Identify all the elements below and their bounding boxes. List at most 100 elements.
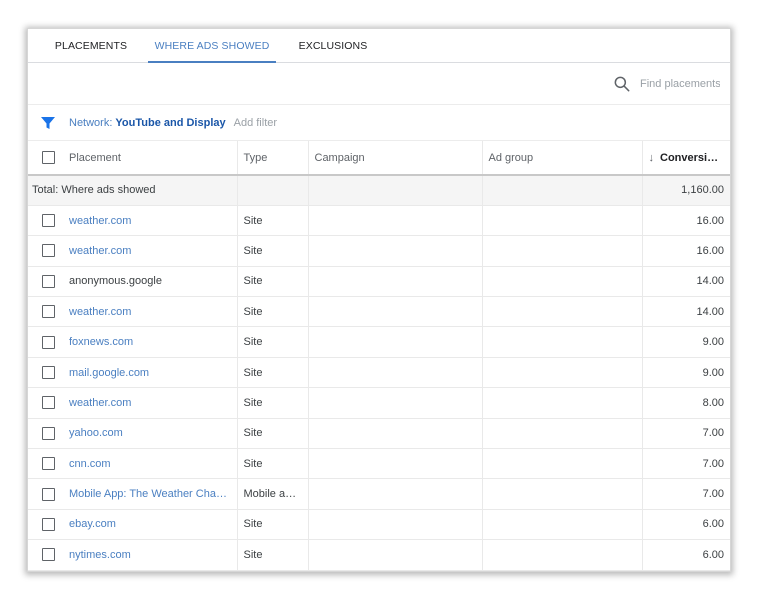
- row-checkbox[interactable]: [42, 214, 55, 228]
- campaign-cell: [308, 326, 483, 358]
- column-header-type[interactable]: Type: [237, 141, 309, 176]
- search-icon[interactable]: [612, 74, 632, 94]
- total-campaign-cell: [308, 175, 483, 206]
- campaign-cell: [308, 478, 483, 510]
- row-checkbox[interactable]: [42, 426, 55, 440]
- placement-cell: weather.com: [28, 387, 238, 419]
- ad-group-cell: [482, 235, 643, 267]
- placement-name[interactable]: mail.google.com: [69, 367, 149, 379]
- placement-cell: ebay.com: [28, 509, 238, 541]
- type-cell: Site: [237, 418, 309, 450]
- type-cell: Site: [237, 539, 309, 571]
- filter-value[interactable]: YouTube and Display: [115, 117, 225, 129]
- total-label: Total: Where ads showed: [28, 175, 238, 206]
- placements-table: Placement Type Campaign Ad group ↓ Conver…: [28, 141, 730, 571]
- conversions-cell: 6.00: [642, 539, 730, 571]
- conversions-cell: 6.00: [642, 509, 730, 541]
- type-cell: Site: [237, 205, 309, 237]
- type-cell: Site: [237, 448, 309, 480]
- ad-group-cell: [482, 205, 643, 237]
- ad-group-cell: [482, 296, 643, 328]
- placement-cell: Mobile App: The Weather Channel App ...: [28, 478, 238, 510]
- row-checkbox[interactable]: [42, 457, 55, 471]
- conversions-cell: 7.00: [642, 418, 730, 450]
- column-header-ad-group[interactable]: Ad group: [482, 141, 643, 176]
- placement-name[interactable]: weather.com: [69, 397, 131, 409]
- campaign-cell: [308, 539, 483, 571]
- campaign-cell: [308, 448, 483, 480]
- row-checkbox[interactable]: [42, 396, 55, 410]
- placement-name[interactable]: weather.com: [69, 245, 131, 257]
- table-row: ebay.com Site 6.00: [28, 509, 730, 541]
- type-cell: Site: [237, 235, 309, 267]
- conversions-cell: 9.00: [642, 357, 730, 389]
- table-row: mail.google.com Site 9.00: [28, 357, 730, 389]
- column-header-conversions[interactable]: ↓ Conversions: [642, 141, 730, 176]
- placement-cell: mail.google.com: [28, 357, 238, 389]
- ad-group-cell: [482, 509, 643, 541]
- row-checkbox[interactable]: [42, 487, 55, 501]
- search-input[interactable]: [640, 72, 720, 95]
- conversions-cell: 7.00: [642, 478, 730, 510]
- ad-group-cell: [482, 326, 643, 358]
- conversions-cell: 9.00: [642, 326, 730, 358]
- tab-where-ads-showed[interactable]: WHERE ADS SHOWED: [148, 29, 276, 63]
- filter-icon[interactable]: [41, 116, 55, 130]
- row-checkbox[interactable]: [42, 335, 55, 349]
- placement-name[interactable]: ebay.com: [69, 518, 116, 530]
- conversions-cell: 14.00: [642, 266, 730, 298]
- table-row: weather.com Site 8.00: [28, 387, 730, 419]
- row-checkbox[interactable]: [42, 274, 55, 288]
- placement-cell: weather.com: [28, 205, 238, 237]
- placement-name[interactable]: cnn.com: [69, 458, 111, 470]
- table-row: nytimes.com Site 6.00: [28, 539, 730, 571]
- ad-group-cell: [482, 266, 643, 298]
- type-cell: Mobile appli...: [237, 478, 309, 510]
- placement-name[interactable]: weather.com: [69, 306, 131, 318]
- column-header-campaign[interactable]: Campaign: [308, 141, 483, 176]
- column-header-placement[interactable]: Placement: [28, 141, 238, 176]
- campaign-cell: [308, 266, 483, 298]
- filter-label[interactable]: Network:: [69, 117, 112, 129]
- type-cell: Site: [237, 296, 309, 328]
- placement-cell: weather.com: [28, 235, 238, 267]
- conversions-cell: 16.00: [642, 235, 730, 267]
- placement-cell: foxnews.com: [28, 326, 238, 358]
- placement-cell: weather.com: [28, 296, 238, 328]
- tab-exclusions[interactable]: EXCLUSIONS: [276, 29, 390, 62]
- table-row: Mobile App: The Weather Channel App ... M…: [28, 478, 730, 510]
- row-checkbox[interactable]: [42, 548, 55, 562]
- table-row: cnn.com Site 7.00: [28, 448, 730, 480]
- table-row: foxnews.com Site 9.00: [28, 326, 730, 358]
- placement-name: anonymous.google: [69, 275, 162, 288]
- placements-card: PLACEMENTS WHERE ADS SHOWED EXCLUSIONS N…: [27, 28, 731, 572]
- conversions-cell: 14.00: [642, 296, 730, 328]
- table-header-row: Placement Type Campaign Ad group ↓ Conver…: [28, 141, 730, 176]
- placement-cell: anonymous.google: [28, 266, 238, 298]
- conversions-cell: 8.00: [642, 387, 730, 419]
- placement-header-label: Placement: [69, 151, 121, 164]
- conversions-header-label: Conversions: [660, 151, 727, 164]
- row-checkbox[interactable]: [42, 366, 55, 380]
- row-checkbox[interactable]: [42, 517, 55, 531]
- sort-descending-icon: ↓: [648, 151, 655, 164]
- placement-name[interactable]: foxnews.com: [69, 336, 133, 348]
- row-checkbox[interactable]: [42, 244, 55, 258]
- campaign-cell: [308, 296, 483, 328]
- placement-name[interactable]: nytimes.com: [69, 549, 131, 561]
- row-checkbox[interactable]: [42, 305, 55, 319]
- placement-name[interactable]: Mobile App: The Weather Channel App ...: [69, 488, 231, 500]
- tab-bar: PLACEMENTS WHERE ADS SHOWED EXCLUSIONS: [28, 29, 730, 63]
- select-all-checkbox[interactable]: [42, 151, 55, 164]
- placement-name[interactable]: yahoo.com: [69, 427, 123, 439]
- campaign-cell: [308, 418, 483, 450]
- ad-group-cell: [482, 448, 643, 480]
- tab-placements[interactable]: PLACEMENTS: [34, 29, 148, 62]
- type-cell: Site: [237, 266, 309, 298]
- table-row: weather.com Site 16.00: [28, 235, 730, 267]
- campaign-cell: [308, 205, 483, 237]
- ad-group-cell: [482, 357, 643, 389]
- placement-name[interactable]: weather.com: [69, 215, 131, 227]
- ad-group-cell: [482, 387, 643, 419]
- add-filter-button[interactable]: Add filter: [234, 117, 277, 129]
